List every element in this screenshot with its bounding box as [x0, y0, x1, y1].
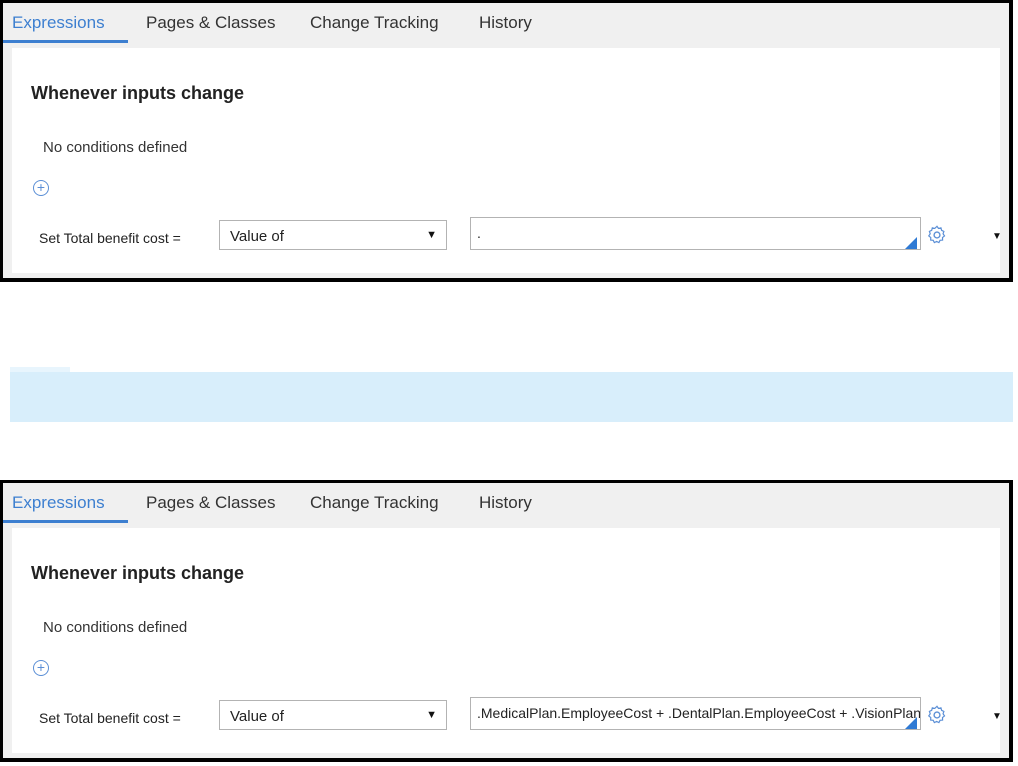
- set-target-label: Set Total benefit cost =: [39, 710, 181, 726]
- expression-input[interactable]: .: [470, 217, 921, 250]
- value-type-selected: Value of: [230, 228, 284, 245]
- rule-form-panel-top: Expressions Pages & Classes Change Track…: [0, 0, 1013, 282]
- value-type-selected: Value of: [230, 708, 284, 725]
- active-tab-indicator: [3, 40, 128, 43]
- tab-pages-classes[interactable]: Pages & Classes: [146, 493, 275, 523]
- expressions-section: Whenever inputs change No conditions def…: [12, 528, 1002, 753]
- section-heading: Whenever inputs change: [31, 83, 245, 103]
- row-menu-caret-icon[interactable]: ▼: [992, 711, 1002, 722]
- tab-expressions[interactable]: Expressions: [12, 13, 105, 43]
- gear-icon[interactable]: [926, 704, 948, 726]
- tab-change-tracking[interactable]: Change Tracking: [310, 13, 439, 43]
- caret-down-icon: ▼: [426, 229, 437, 241]
- row-menu-caret-icon[interactable]: ▼: [992, 231, 1002, 242]
- section-heading: Whenever inputs change: [31, 563, 245, 583]
- tab-pages-classes[interactable]: Pages & Classes: [146, 13, 275, 43]
- add-condition-icon[interactable]: +: [33, 660, 49, 676]
- set-target-label: Set Total benefit cost =: [39, 230, 181, 246]
- add-condition-icon[interactable]: +: [33, 180, 49, 196]
- no-conditions-text: No conditions defined: [43, 139, 188, 156]
- tab-history[interactable]: History: [479, 493, 532, 523]
- expression-resize-corner-icon[interactable]: [905, 237, 917, 249]
- tab-expressions[interactable]: Expressions: [12, 493, 105, 523]
- expression-input[interactable]: .MedicalPlan.EmployeeCost + .DentalPlan.…: [470, 697, 921, 730]
- no-conditions-text: No conditions defined: [43, 619, 188, 636]
- active-tab-indicator: [3, 520, 128, 523]
- tab-bar: Expressions Pages & Classes Change Track…: [3, 3, 1009, 45]
- info-banner: [10, 372, 1013, 422]
- tab-history[interactable]: History: [479, 13, 532, 43]
- expression-resize-corner-icon[interactable]: [905, 717, 917, 729]
- caret-down-icon: ▼: [426, 709, 437, 721]
- value-type-select[interactable]: Value of ▼: [219, 220, 447, 250]
- value-type-select[interactable]: Value of ▼: [219, 700, 447, 730]
- expressions-section: Whenever inputs change No conditions def…: [12, 48, 1002, 273]
- gear-icon[interactable]: [926, 224, 948, 246]
- tab-change-tracking[interactable]: Change Tracking: [310, 493, 439, 523]
- rule-form-panel-bottom: Expressions Pages & Classes Change Track…: [0, 480, 1013, 762]
- tab-bar: Expressions Pages & Classes Change Track…: [3, 483, 1009, 525]
